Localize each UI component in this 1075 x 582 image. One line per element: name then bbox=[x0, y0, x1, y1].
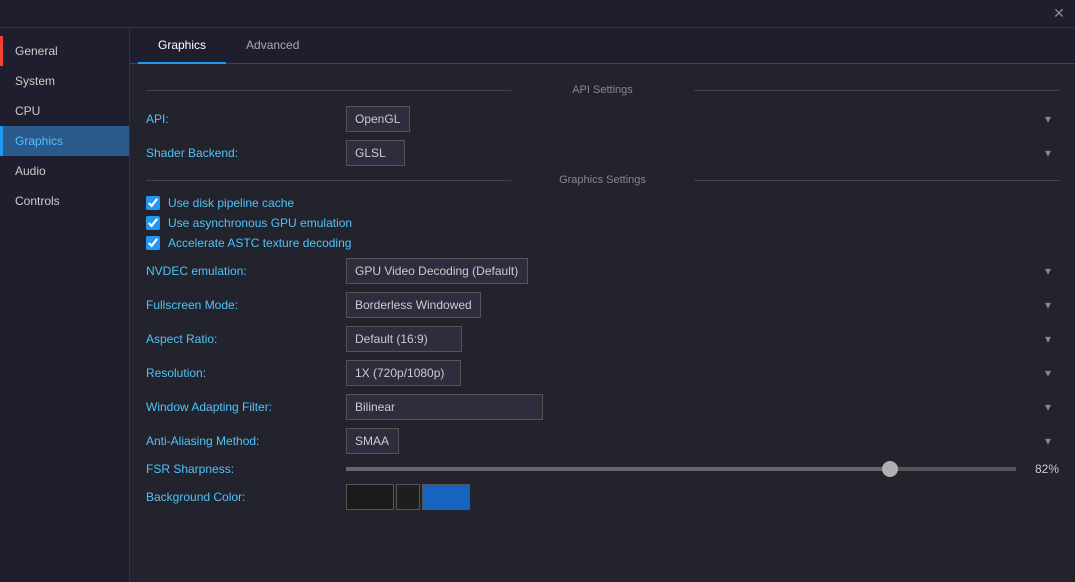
color-swatch-blue[interactable] bbox=[422, 484, 470, 510]
api-select[interactable]: OpenGL Vulkan bbox=[346, 106, 410, 132]
checkbox-async-gpu: Use asynchronous GPU emulation bbox=[146, 216, 1059, 230]
sidebar: General System CPU Graphics Audio Contro… bbox=[0, 28, 130, 582]
astc-checkbox[interactable] bbox=[146, 236, 160, 250]
tab-graphics[interactable]: Graphics bbox=[138, 28, 226, 64]
checkbox-astc: Accelerate ASTC texture decoding bbox=[146, 236, 1059, 250]
aspect-ratio-select[interactable]: Default (16:9) Force 4:3 Stretch to Wind… bbox=[346, 326, 462, 352]
fsr-sharpness-label: FSR Sharpness: bbox=[146, 462, 346, 476]
anti-aliasing-select[interactable]: SMAA None FXAA bbox=[346, 428, 399, 454]
nvdec-select[interactable]: GPU Video Decoding (Default) CPU Video D… bbox=[346, 258, 528, 284]
close-button[interactable]: ✕ bbox=[1051, 6, 1067, 22]
tab-bar: Graphics Advanced bbox=[130, 28, 1075, 64]
fullscreen-select-wrapper: Borderless Windowed Exclusive Fullscreen… bbox=[346, 292, 1059, 318]
async-gpu-label: Use asynchronous GPU emulation bbox=[168, 216, 352, 230]
color-swatch-mid[interactable] bbox=[396, 484, 420, 510]
api-row: API: OpenGL Vulkan bbox=[146, 106, 1059, 132]
window-filter-select[interactable]: Bilinear Bicubic Nearest AMD FidelityFX … bbox=[346, 394, 543, 420]
resolution-label: Resolution: bbox=[146, 366, 346, 380]
fullscreen-select[interactable]: Borderless Windowed Exclusive Fullscreen… bbox=[346, 292, 481, 318]
api-label: API: bbox=[146, 112, 346, 126]
fsr-sharpness-slider[interactable] bbox=[346, 467, 1016, 471]
async-gpu-checkbox[interactable] bbox=[146, 216, 160, 230]
sidebar-item-controls[interactable]: Controls bbox=[0, 186, 129, 216]
sidebar-item-audio[interactable]: Audio bbox=[0, 156, 129, 186]
astc-label: Accelerate ASTC texture decoding bbox=[168, 236, 351, 250]
fullscreen-row: Fullscreen Mode: Borderless Windowed Exc… bbox=[146, 292, 1059, 318]
nvdec-label: NVDEC emulation: bbox=[146, 264, 346, 278]
checkbox-disk-pipeline: Use disk pipeline cache bbox=[146, 196, 1059, 210]
resolution-select[interactable]: 1X (720p/1080p) 2X (1440p/2160p) 3X (216… bbox=[346, 360, 461, 386]
shader-select-wrapper: GLSL SPIR-V bbox=[346, 140, 1059, 166]
sidebar-item-graphics[interactable]: Graphics bbox=[0, 126, 129, 156]
color-swatch-dark[interactable] bbox=[346, 484, 394, 510]
api-select-wrapper: OpenGL Vulkan bbox=[346, 106, 1059, 132]
background-color-row: Background Color: bbox=[146, 484, 1059, 510]
window-filter-row: Window Adapting Filter: Bilinear Bicubic… bbox=[146, 394, 1059, 420]
fsr-sharpness-row: FSR Sharpness: 82% bbox=[146, 462, 1059, 476]
anti-aliasing-row: Anti-Aliasing Method: SMAA None FXAA bbox=[146, 428, 1059, 454]
window-filter-select-wrapper: Bilinear Bicubic Nearest AMD FidelityFX … bbox=[346, 394, 1059, 420]
tab-advanced[interactable]: Advanced bbox=[226, 28, 319, 64]
settings-content: API Settings API: OpenGL Vulkan Shader B… bbox=[130, 64, 1075, 530]
aspect-ratio-row: Aspect Ratio: Default (16:9) Force 4:3 S… bbox=[146, 326, 1059, 352]
shader-row: Shader Backend: GLSL SPIR-V bbox=[146, 140, 1059, 166]
shader-select[interactable]: GLSL SPIR-V bbox=[346, 140, 405, 166]
fullscreen-label: Fullscreen Mode: bbox=[146, 298, 346, 312]
aspect-ratio-label: Aspect Ratio: bbox=[146, 332, 346, 346]
fsr-sharpness-value: 82% bbox=[1024, 462, 1059, 476]
disk-pipeline-label: Use disk pipeline cache bbox=[168, 196, 294, 210]
resolution-select-wrapper: 1X (720p/1080p) 2X (1440p/2160p) 3X (216… bbox=[346, 360, 1059, 386]
main-layout: General System CPU Graphics Audio Contro… bbox=[0, 28, 1075, 582]
resolution-row: Resolution: 1X (720p/1080p) 2X (1440p/21… bbox=[146, 360, 1059, 386]
bg-color-label: Background Color: bbox=[146, 490, 346, 504]
color-picker-wrapper bbox=[346, 484, 470, 510]
nvdec-row: NVDEC emulation: GPU Video Decoding (Def… bbox=[146, 258, 1059, 284]
shader-label: Shader Backend: bbox=[146, 146, 346, 160]
nvdec-select-wrapper: GPU Video Decoding (Default) CPU Video D… bbox=[346, 258, 1059, 284]
sidebar-item-cpu[interactable]: CPU bbox=[0, 96, 129, 126]
api-section-header: API Settings bbox=[146, 84, 1059, 96]
fsr-slider-wrapper: 82% bbox=[346, 462, 1059, 476]
sidebar-item-general[interactable]: General bbox=[0, 36, 129, 66]
aspect-ratio-select-wrapper: Default (16:9) Force 4:3 Stretch to Wind… bbox=[346, 326, 1059, 352]
sidebar-item-system[interactable]: System bbox=[0, 66, 129, 96]
anti-aliasing-select-wrapper: SMAA None FXAA bbox=[346, 428, 1059, 454]
window-filter-label: Window Adapting Filter: bbox=[146, 400, 346, 414]
title-bar: ✕ bbox=[0, 0, 1075, 28]
anti-aliasing-label: Anti-Aliasing Method: bbox=[146, 434, 346, 448]
disk-pipeline-checkbox[interactable] bbox=[146, 196, 160, 210]
content-area: Graphics Advanced API Settings API: Open… bbox=[130, 28, 1075, 582]
graphics-section-header: Graphics Settings bbox=[146, 174, 1059, 186]
